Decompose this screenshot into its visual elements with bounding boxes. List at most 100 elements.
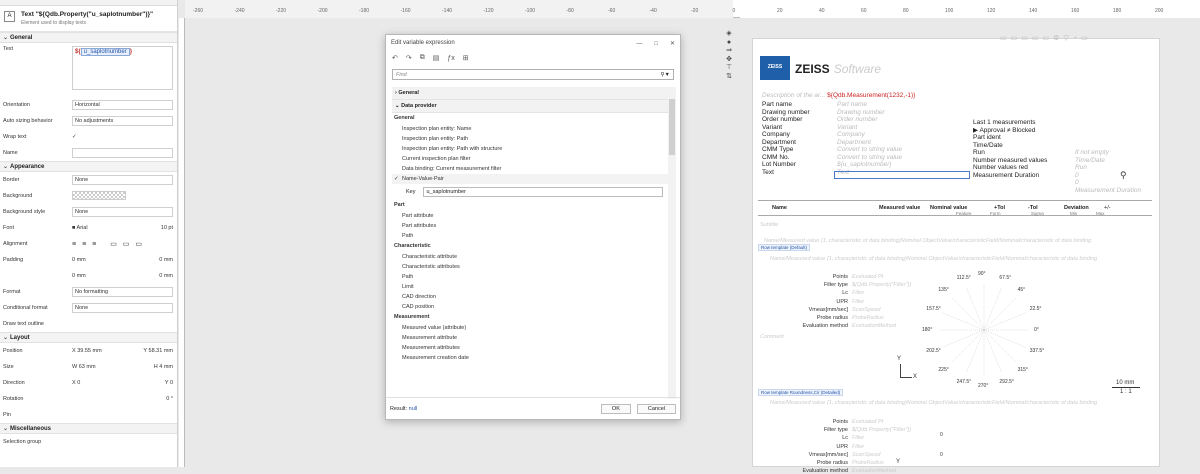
dialog-scrollbar[interactable] [668,87,676,399]
forward-icon[interactable]: ⇒ [724,47,734,56]
size-w-input[interactable]: W 63 mm [72,364,96,370]
format-select[interactable]: No formatting [72,287,173,297]
condfmt-select[interactable]: None [72,303,173,313]
alignment-buttons[interactable]: ≡≡≡ ▭▭▭ [72,240,177,248]
report-field: ▶ Approval ≠ Blocked [973,126,1036,134]
font-size-select[interactable]: 10 pt [161,225,173,231]
minimize-icon[interactable]: — [636,41,642,47]
key-input[interactable]: u_saplotnumber [423,187,664,197]
list-item-char-2[interactable]: Path [392,272,668,282]
filter-icon[interactable]: ⊤ [724,64,734,73]
list-item-char-4[interactable]: CAD direction [392,292,668,302]
list-item-general-2[interactable]: Inspection plan entity: Path with struct… [392,144,668,154]
selected-text-element[interactable] [834,171,970,179]
orientation-select[interactable]: Horizontal [72,100,173,110]
list-item-char-3[interactable]: Limit [392,282,668,292]
padding-top-input[interactable]: 0 mm [72,273,86,279]
row-template-roundness[interactable]: Row template Roundness,Cir (Detailed) [758,389,844,396]
table-subheader: Form [990,211,1001,216]
sort-icon[interactable]: ⇅ [724,73,734,82]
group-general[interactable]: › General [392,87,668,100]
padding-bottom-input[interactable]: 0 mm [159,273,173,279]
edit-variable-dialog[interactable]: Edit variable expression — □ ✕ ↶ ↷ ⧉ ▤ ƒx … [385,34,681,420]
section-misc[interactable]: ⌄ Miscellaneous [0,423,177,434]
zeiss-logo: ZEISS [760,56,790,80]
section-appearance[interactable]: ⌄ Appearance [0,161,177,172]
list-item-label: Path [402,274,414,280]
function-icon[interactable]: ƒx [447,55,454,62]
direction-x-input[interactable]: X 0 [72,380,80,386]
text-expression-field[interactable]: ${u_saplotnumber} [72,46,173,90]
rotation-input[interactable]: 0 ° [72,396,177,402]
page-toolbar[interactable]: ▭▭▭▭▭⚙▽◔▭ [1000,34,1092,42]
border-select[interactable]: None [72,175,173,185]
param-label: Lc [842,435,848,442]
section-general[interactable]: ⌄ General [0,32,177,43]
bgstyle-select[interactable]: None [72,207,173,217]
polar-angle-label: 45° [1017,287,1026,294]
padding-right-input[interactable]: 0 mm [159,257,173,263]
list-item-meas-1[interactable]: Measurement attribute [392,333,668,343]
position-y-input[interactable]: Y 58.31 mm [143,348,173,354]
autosize-select[interactable]: No adjustments [72,116,173,126]
info-icon[interactable]: ● [724,39,734,48]
add-icon[interactable]: ⊞ [463,54,469,62]
result-value: null [408,405,418,412]
list-item-part-2[interactable]: Path [392,231,668,241]
name-input[interactable] [72,148,173,158]
group-data-provider[interactable]: ⌄ Data provider [392,100,668,113]
list-item-meas-3[interactable]: Measurement creation date [392,353,668,363]
move-icon[interactable]: ✥ [724,56,734,65]
close-icon[interactable]: ✕ [670,41,675,47]
position-x-input[interactable]: X 39.55 mm [72,348,102,354]
list-item-general-3[interactable]: Current inspection plan filter [392,154,668,164]
background-swatch[interactable] [72,190,126,200]
list-item-general-1[interactable]: Inspection plan entity: Path [392,134,668,144]
direction-y-input[interactable]: Y 0 [165,380,173,386]
font-select[interactable]: ■ Arial [72,225,88,231]
list-item-general-0[interactable]: Inspection plan entity: Name [392,124,668,134]
report-field: Company [762,131,790,138]
list-item-name-value-pair[interactable]: ✓ Name-Value-Pair [392,174,668,184]
report-field: Order number [762,116,803,123]
list-item-part-0[interactable]: Part attribute [392,211,668,221]
layer-icon[interactable]: ◈ [724,30,734,39]
redo-icon[interactable]: ↷ [406,54,412,62]
list-item-char-1[interactable]: Characteristic attributes [392,262,668,272]
name-row: Name [0,145,177,161]
polar-angle-label: 0° [1034,327,1039,333]
report-field: Run [973,149,985,156]
polar-angle-label: 135° [938,287,949,294]
polar-param-row: Points Evaluated Pt [758,419,883,425]
list-item-part-1[interactable]: Part attributes [392,221,668,231]
side-toolbar[interactable]: ◈ ● ⇒ ✥ ⊤ ⇅ [724,30,734,81]
paste-icon[interactable]: ▤ [433,54,440,62]
cancel-button[interactable]: Cancel [636,403,676,414]
position-row: Position X 39.55 mm Y 58.31 mm [3,348,173,354]
zoom-icon[interactable]: ⚲ [1120,170,1127,181]
maximize-icon[interactable]: □ [654,41,658,47]
size-h-input[interactable]: H 4 mm [154,364,173,370]
ruler-tick: -120 [483,8,494,14]
wrap-checkbox[interactable]: ✓ [72,134,177,140]
report-field [1075,142,1150,150]
padding-left-input[interactable]: 0 mm [72,257,86,263]
list-item-meas-0[interactable]: Measured value (attribute) [392,323,668,333]
ruler-tick: -60 [608,8,616,14]
find-input[interactable]: Find ⚲▼ [392,69,674,80]
list-item-general-4[interactable]: Data binding: Current measurement filter [392,164,668,174]
search-filter-icon[interactable]: ⚲▼ [661,70,670,80]
section-layout[interactable]: ⌄ Layout [0,332,177,343]
undo-icon[interactable]: ↶ [392,54,398,62]
list-item-char-5[interactable]: CAD position [392,302,668,312]
row-template-default[interactable]: Row template (Default) [758,244,811,251]
list-item-char-0[interactable]: Characteristic attribute [392,252,668,262]
polar-spoke [942,312,985,331]
list-item-meas-2[interactable]: Measurement attributes [392,343,668,353]
dialog-titlebar[interactable]: Edit variable expression — □ ✕ [386,35,680,51]
polar-spoke [983,329,1002,372]
ok-button[interactable]: OK [600,403,631,414]
copy-icon[interactable]: ⧉ [420,54,425,62]
report-field: Order number [837,116,878,123]
variable-tree[interactable]: › General ⌄ Data provider General Inspec… [392,87,668,399]
